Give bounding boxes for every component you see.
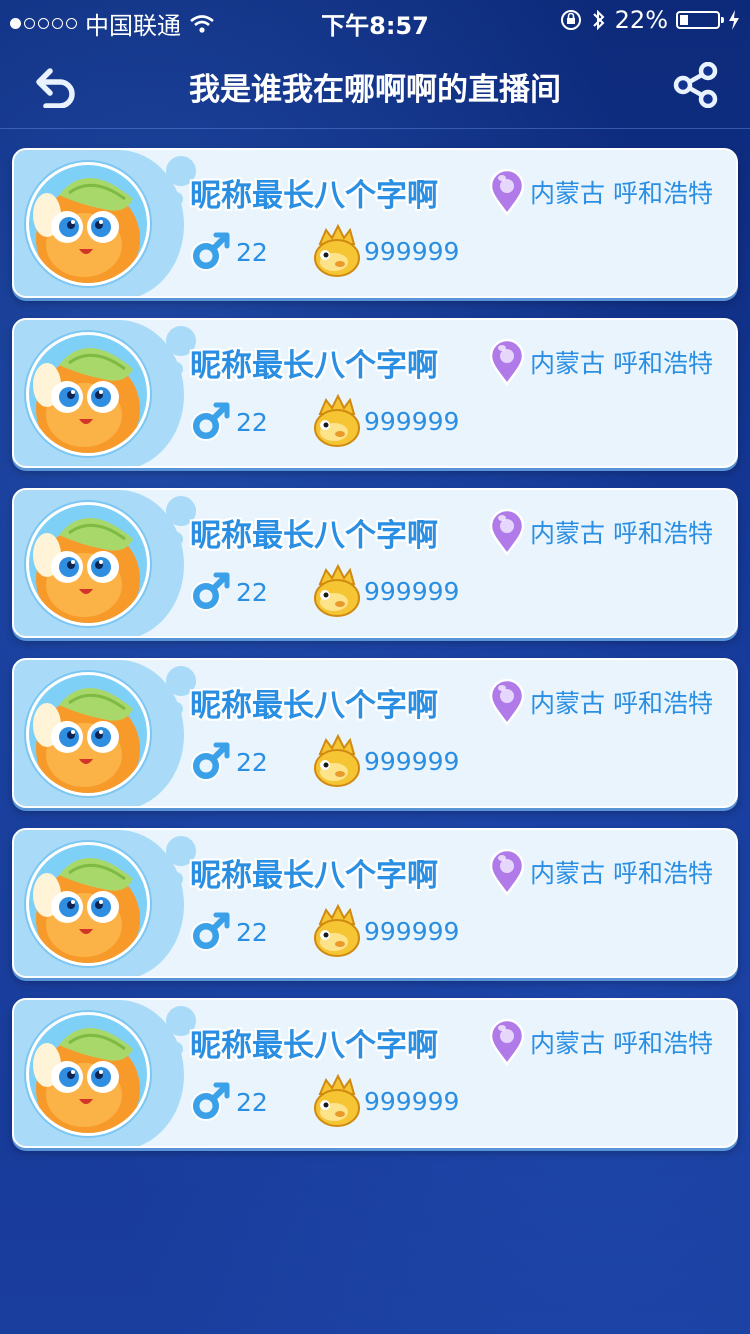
coin-mascot-icon — [314, 564, 360, 617]
viewer-coins: 999999 — [312, 224, 459, 278]
viewer-location: 内蒙古 呼和浩特 — [488, 1018, 713, 1066]
coin-mascot-icon — [314, 394, 360, 447]
age-label: 22 — [236, 577, 268, 607]
viewer-coins: 999999 — [312, 394, 459, 448]
viewer-nickname: 昵称最长八个字啊 — [190, 858, 438, 894]
avatar-character-icon — [29, 1015, 147, 1133]
viewer-card[interactable]: 昵称最长八个字啊 内蒙古 呼和浩特 22 999999 — [12, 828, 738, 978]
age-label: 22 — [236, 237, 268, 267]
page-title: 我是谁我在哪啊啊的直播间 — [189, 72, 561, 108]
location-pin-icon — [489, 1018, 525, 1066]
charging-icon — [729, 10, 739, 30]
viewer-nickname: 昵称最长八个字啊 — [190, 1028, 438, 1064]
age-label: 22 — [236, 747, 268, 777]
card-bubble-decoration — [169, 362, 183, 376]
location-pin-icon — [489, 168, 525, 216]
location-pin-icon — [489, 508, 525, 556]
card-bubble-decoration — [169, 1042, 183, 1056]
viewer-gender-age: 22 — [188, 1080, 268, 1124]
location-label: 内蒙古 呼和浩特 — [530, 859, 713, 888]
viewer-card[interactable]: 昵称最长八个字啊 内蒙古 呼和浩特 22 999999 — [12, 488, 738, 638]
avatar-character-icon — [29, 165, 147, 283]
avatar-character-icon — [29, 675, 147, 793]
location-pin-icon — [489, 848, 525, 896]
viewer-location: 内蒙古 呼和浩特 — [488, 508, 713, 556]
viewer-gender-age: 22 — [188, 740, 268, 784]
battery-percent: 22% — [614, 6, 668, 34]
viewer-nickname: 昵称最长八个字啊 — [190, 178, 438, 214]
status-right: 22% — [559, 6, 740, 34]
male-gender-icon — [191, 232, 230, 271]
avatar[interactable] — [26, 842, 150, 966]
viewer-coins: 999999 — [312, 1074, 459, 1128]
location-pin-icon — [489, 338, 525, 386]
orientation-lock-icon — [560, 10, 581, 30]
location-label: 内蒙古 呼和浩特 — [530, 1029, 713, 1058]
avatar-character-icon — [29, 335, 147, 453]
avatar[interactable] — [26, 162, 150, 286]
male-gender-icon — [191, 912, 230, 951]
location-label: 内蒙古 呼和浩特 — [530, 179, 713, 208]
location-label: 内蒙古 呼和浩特 — [530, 689, 713, 718]
share-icon — [673, 61, 718, 109]
avatar[interactable] — [26, 672, 150, 796]
male-gender-icon — [191, 742, 230, 781]
male-gender-icon — [191, 1082, 230, 1121]
coin-mascot-icon — [314, 1074, 360, 1127]
location-label: 内蒙古 呼和浩特 — [530, 349, 713, 378]
coin-count: 999999 — [364, 236, 460, 266]
viewer-list: 昵称最长八个字啊 内蒙古 呼和浩特 22 999999 昵称最长八个字啊 内蒙古… — [12, 148, 738, 1168]
viewer-card[interactable]: 昵称最长八个字啊 内蒙古 呼和浩特 22 999999 — [12, 318, 738, 468]
viewer-gender-age: 22 — [188, 400, 268, 444]
viewer-card[interactable]: 昵称最长八个字啊 内蒙古 呼和浩特 22 999999 — [12, 998, 738, 1148]
coin-count: 999999 — [364, 746, 460, 776]
battery-icon — [676, 11, 724, 29]
card-bubble-decoration — [169, 872, 183, 886]
viewer-card[interactable]: 昵称最长八个字啊 内蒙古 呼和浩特 22 999999 — [12, 658, 738, 808]
coin-mascot-icon — [314, 904, 360, 957]
nav-bar: 我是谁我在哪啊啊的直播间 — [0, 40, 750, 129]
coin-count: 999999 — [364, 406, 460, 436]
location-pin-icon — [489, 678, 525, 726]
bluetooth-icon — [592, 9, 605, 31]
viewer-location: 内蒙古 呼和浩特 — [488, 338, 713, 386]
avatar-character-icon — [29, 845, 147, 963]
viewer-coins: 999999 — [312, 564, 459, 618]
coin-count: 999999 — [364, 1086, 460, 1116]
viewer-gender-age: 22 — [188, 230, 268, 274]
card-bubble-decoration — [169, 192, 183, 206]
viewer-nickname: 昵称最长八个字啊 — [190, 518, 438, 554]
viewer-location: 内蒙古 呼和浩特 — [488, 168, 713, 216]
age-label: 22 — [236, 917, 268, 947]
male-gender-icon — [191, 572, 230, 611]
age-label: 22 — [236, 1087, 268, 1117]
avatar[interactable] — [26, 332, 150, 456]
viewer-nickname: 昵称最长八个字啊 — [190, 348, 438, 384]
age-label: 22 — [236, 407, 268, 437]
card-bubble-decoration — [169, 532, 183, 546]
avatar[interactable] — [26, 1012, 150, 1136]
coin-count: 999999 — [364, 916, 460, 946]
viewer-card[interactable]: 昵称最长八个字啊 内蒙古 呼和浩特 22 999999 — [12, 148, 738, 298]
card-bubble-decoration — [169, 702, 183, 716]
location-label: 内蒙古 呼和浩特 — [530, 519, 713, 548]
coin-count: 999999 — [364, 576, 460, 606]
viewer-nickname: 昵称最长八个字啊 — [190, 688, 438, 724]
viewer-location: 内蒙古 呼和浩特 — [488, 848, 713, 896]
share-button[interactable] — [672, 61, 720, 109]
status-bar: 中国联通 下午8:57 22% — [0, 0, 750, 40]
coin-mascot-icon — [314, 734, 360, 787]
viewer-gender-age: 22 — [188, 910, 268, 954]
avatar-character-icon — [29, 505, 147, 623]
viewer-gender-age: 22 — [188, 570, 268, 614]
avatar[interactable] — [26, 502, 150, 626]
viewer-location: 内蒙古 呼和浩特 — [488, 678, 713, 726]
coin-mascot-icon — [314, 224, 360, 277]
viewer-coins: 999999 — [312, 734, 459, 788]
viewer-coins: 999999 — [312, 904, 459, 958]
male-gender-icon — [191, 402, 230, 441]
